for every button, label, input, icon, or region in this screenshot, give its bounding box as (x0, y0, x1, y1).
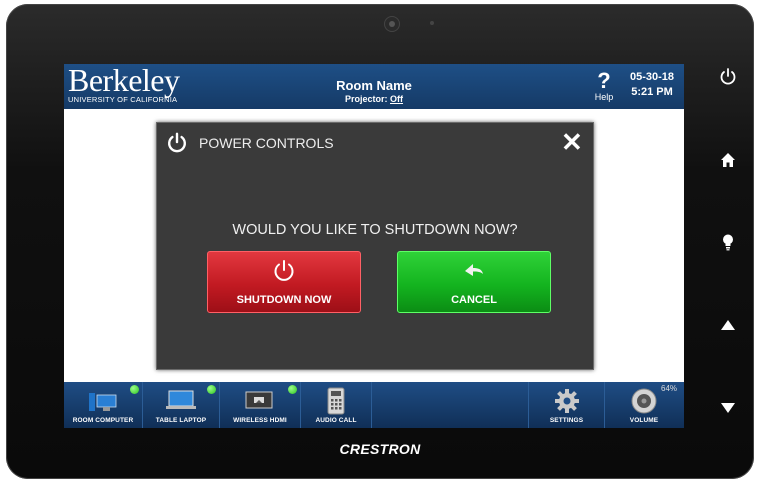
crestron-brand-logo: CRESTRON (339, 441, 421, 457)
source-selection-bar: ROOM COMPUTER TABLE LAPTOP WIRELESS HDMI (64, 382, 684, 428)
source-table-laptop[interactable]: TABLE LAPTOP (143, 382, 220, 428)
help-button[interactable]: ? Help (592, 68, 616, 103)
berkeley-logo: Berkeley UNIVERSITY OF CALIFORNIA (68, 64, 180, 104)
down-arrow-icon[interactable] (718, 398, 738, 418)
help-icon: ? (597, 68, 611, 93)
time: 5:21 PM (631, 86, 673, 98)
source-label: WIRELESS HDMI (233, 417, 287, 424)
shutdown-question: WOULD YOU LIKE TO SHUTDOWN NOW? (232, 222, 518, 238)
source-wireless-hdmi[interactable]: WIRELESS HDMI (220, 382, 301, 428)
speaker-icon (631, 388, 657, 414)
power-icon (168, 132, 186, 153)
up-arrow-icon[interactable] (718, 315, 738, 335)
touch-screen: Berkeley UNIVERSITY OF CALIFORNIA Room N… (64, 64, 684, 428)
wireless-display-icon (245, 391, 273, 409)
source-label: TABLE LAPTOP (155, 417, 207, 424)
projector-state-link[interactable]: Off (390, 94, 403, 104)
volume-percent: 64% (661, 384, 678, 393)
cancel-label: CANCEL (451, 294, 497, 306)
dialog-title: POWER CONTROLS (199, 135, 334, 151)
source-audio-call[interactable]: AUDIO CALL (301, 382, 372, 428)
projector-status: Projector: Off (314, 94, 434, 104)
projector-label: Projector: (344, 94, 388, 104)
source-label: AUDIO CALL (315, 417, 357, 424)
home-icon[interactable] (718, 150, 738, 170)
shutdown-now-label: SHUTDOWN NOW (236, 294, 332, 306)
room-name: Room Name (336, 78, 412, 93)
source-room-computer[interactable]: ROOM COMPUTER (64, 382, 143, 428)
desktop-computer-icon (89, 393, 117, 411)
light-sensor (430, 21, 434, 25)
cancel-button[interactable]: CANCEL (397, 251, 551, 313)
laptop-icon (166, 390, 196, 409)
volume-button[interactable]: 64% VOLUME (604, 382, 684, 428)
source-label: ROOM COMPUTER (72, 417, 134, 424)
date-time: 05-30-18 5:21 PM (622, 70, 682, 100)
phone-icon (327, 387, 345, 415)
header-bar: Berkeley UNIVERSITY OF CALIFORNIA Room N… (64, 64, 684, 109)
close-icon[interactable]: ✕ (561, 129, 583, 155)
help-label: Help (594, 92, 614, 102)
shutdown-now-button[interactable]: SHUTDOWN NOW (207, 251, 361, 313)
camera-icon (384, 16, 400, 32)
gear-icon (555, 389, 579, 413)
power-icon[interactable] (718, 67, 738, 87)
settings-label: SETTINGS (549, 417, 584, 424)
lightbulb-icon[interactable] (718, 232, 738, 252)
power-icon (274, 260, 294, 281)
status-indicator (288, 385, 297, 394)
status-indicator (207, 385, 216, 394)
back-arrow-icon (465, 264, 483, 276)
status-indicator (130, 385, 139, 394)
date: 05-30-18 (629, 71, 675, 83)
volume-label: VOLUME (629, 417, 659, 424)
settings-button[interactable]: SETTINGS (528, 382, 605, 428)
power-controls-dialog: POWER CONTROLS ✕ WOULD YOU LIKE TO SHUTD… (156, 122, 594, 370)
